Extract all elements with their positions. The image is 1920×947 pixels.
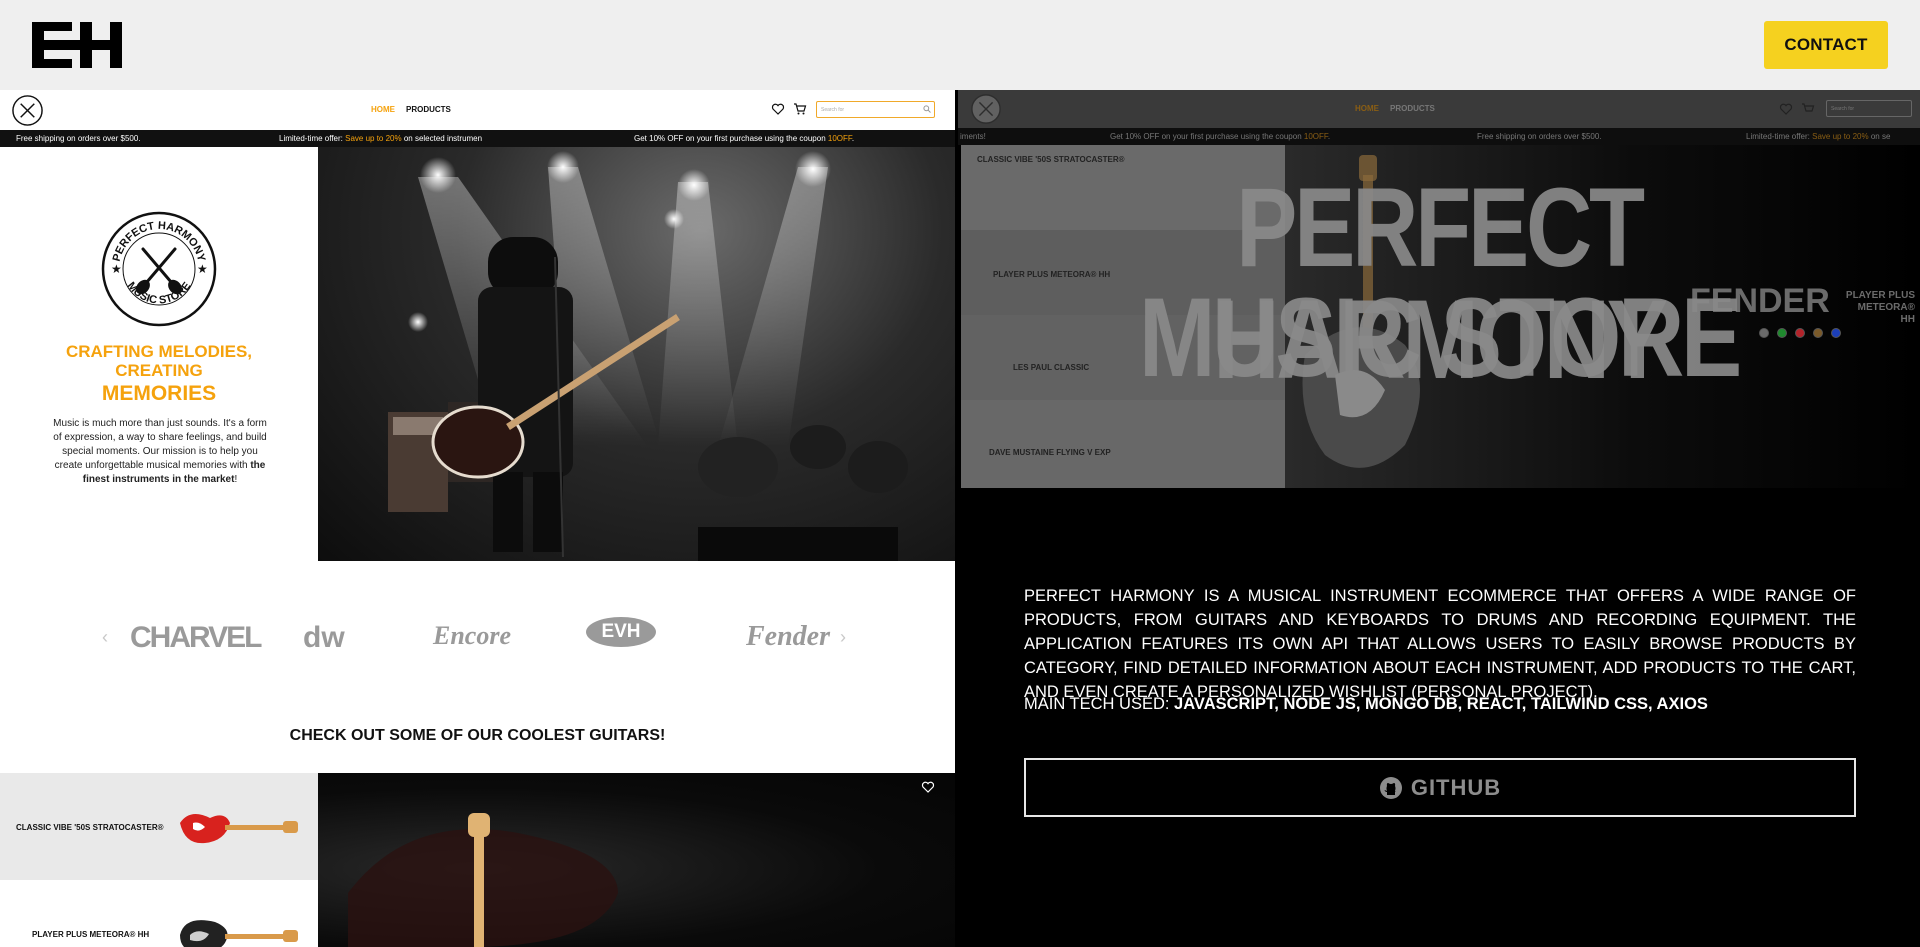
search-icon[interactable] — [923, 105, 931, 113]
meteora-thumbnail — [180, 920, 298, 947]
coolest-guitars-heading: CHECK OUT SOME OF OUR COOLEST GUITARS! — [289, 727, 666, 744]
ticker-coupon: Get 10% OFF on your first purchase using… — [634, 134, 855, 143]
svg-text:★: ★ — [197, 262, 208, 276]
dimmed-shop-navbar: HOME PRODUCTS Search for — [958, 90, 1920, 128]
concert-photo — [318, 147, 955, 561]
carousel-next-icon[interactable]: › — [840, 627, 846, 648]
project-title-line-2: MUSIC STORE — [1138, 275, 1742, 400]
promo-ticker: Free shipping on orders over $500. Limit… — [0, 130, 955, 147]
github-label: GITHUB — [1410, 774, 1502, 800]
nav-products-link: PRODUCTS — [1390, 104, 1435, 113]
brand-evh[interactable]: EVH — [586, 617, 656, 647]
ticker-shipping: Free shipping on orders over $500. — [16, 134, 141, 143]
github-icon — [1379, 776, 1402, 799]
guitar-name: CLASSIC VIBE '50S STRATOCASTER® — [16, 823, 164, 832]
github-button[interactable]: GITHUB — [1024, 758, 1856, 817]
tech-label: MAIN TECH USED: — [1024, 695, 1175, 713]
cart-icon — [1802, 103, 1815, 112]
featured-guitar-panel — [318, 773, 955, 947]
brand-fender[interactable]: Fender — [746, 621, 830, 653]
portfolio-header: CONTACT — [0, 0, 1920, 90]
cart-icon[interactable] — [793, 102, 807, 116]
brand-charvel[interactable]: CHARVEL — [130, 621, 262, 655]
tagline-line-2: CREATING — [115, 361, 203, 380]
store-logo-icon — [971, 94, 1001, 124]
shop-navbar: HOME PRODUCTS Search for — [0, 90, 955, 130]
nav-home-link[interactable]: HOME — [371, 105, 395, 114]
heart-icon[interactable] — [771, 102, 785, 116]
contact-button[interactable]: CONTACT — [1764, 21, 1888, 69]
tagline-line-1: CRAFTING MELODIES, — [65, 342, 253, 361]
brand-encore[interactable]: Encore — [433, 621, 511, 651]
guitar-list-item[interactable]: PLAYER PLUS METEORA® HH — [0, 880, 318, 947]
search-placeholder: Search for — [821, 107, 845, 113]
project-panel: HOME PRODUCTS Search for iments! Get 10%… — [958, 90, 1920, 947]
ticker-offer: Limited-time offer: Save up to 20% on se… — [279, 134, 483, 143]
dimmed-promo-ticker: iments! Get 10% OFF on your first purcha… — [958, 128, 1920, 145]
tech-list: JAVASCRIPT, NODE JS, MONGO DB, REACT, TA… — [1174, 695, 1708, 713]
store-logo-icon[interactable] — [11, 94, 44, 127]
heart-icon — [1779, 103, 1793, 115]
hero-intro: PERFECT HARMONY MUSIC STORE ★ ★ CRAFTING… — [0, 147, 318, 561]
search-input[interactable]: Search for — [816, 101, 935, 118]
shop-screenshot: HOME PRODUCTS Search for Free shipping o… — [0, 90, 955, 947]
nav-products-link[interactable]: PRODUCTS — [406, 105, 451, 114]
stratocaster-thumbnail — [180, 814, 298, 844]
mission-text: Music is much more than just sounds. It'… — [53, 418, 267, 485]
feature-model-label: PLAYER PLUS METEORA® HH — [1845, 290, 1915, 325]
svg-text:★: ★ — [111, 262, 122, 276]
guitar-list-item[interactable]: CLASSIC VIBE '50S STRATOCASTER® — [0, 773, 318, 880]
brand-dw[interactable]: dw — [303, 621, 345, 655]
tagline-line-3: MEMORIES — [101, 382, 217, 405]
nav-home-link: HOME — [1355, 104, 1379, 113]
guitar-name: PLAYER PLUS METEORA® HH — [32, 930, 150, 939]
gallery-item: DAVE MUSTAINE FLYING V EXP — [961, 400, 1285, 488]
wishlist-heart-icon[interactable] — [921, 780, 935, 794]
eh-logo[interactable] — [32, 22, 122, 68]
brand-carousel: ‹ CHARVEL dw Encore EVH Fender › — [100, 617, 860, 657]
carousel-prev-icon[interactable]: ‹ — [102, 627, 108, 648]
store-badge-logo: PERFECT HARMONY MUSIC STORE ★ ★ — [101, 211, 217, 327]
tech-stack: MAIN TECH USED: JAVASCRIPT, NODE JS, MON… — [1024, 695, 1708, 714]
search-input: Search for — [1826, 100, 1912, 117]
project-description: Perfect Harmony is a musical instrument … — [1024, 587, 1856, 701]
